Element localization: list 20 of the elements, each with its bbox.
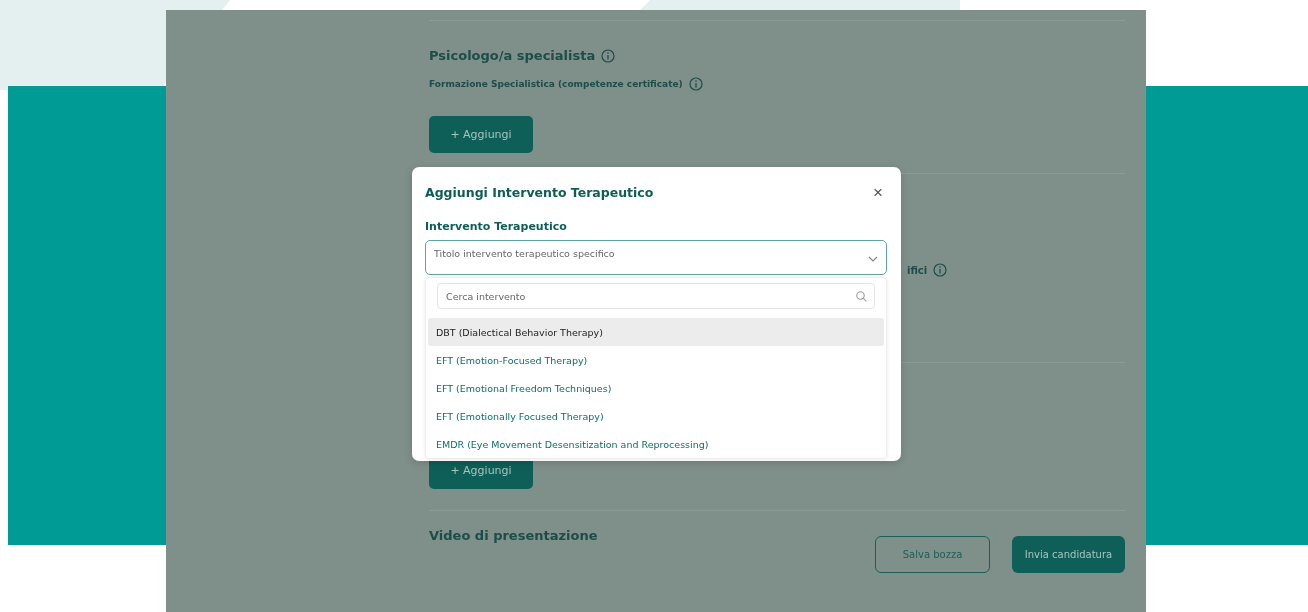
dropdown-option[interactable]: EFT (Emotion-Focused Therapy) (428, 346, 884, 374)
dropdown-option[interactable]: DBT (Dialectical Behavior Therapy) (428, 318, 884, 346)
subsection-label: Formazione Specialistica (competenze certificate) (429, 79, 683, 89)
info-icon[interactable] (933, 263, 948, 277)
add-button[interactable]: + Aggiungi (429, 116, 533, 153)
search-icon (856, 291, 867, 302)
info-icon[interactable] (601, 48, 616, 63)
modal-title: Aggiungi Intervento Terapeutico (425, 185, 654, 200)
info-icon[interactable] (688, 77, 703, 91)
close-button[interactable]: × (869, 184, 887, 201)
field-label: Intervento Terapeutico (425, 220, 568, 233)
search-field[interactable]: Cerca intervento (437, 283, 875, 309)
video-section-title: Video di presentazione (429, 528, 599, 543)
select-field[interactable]: Titolo intervento terapeutico specifico (425, 240, 887, 275)
chevron-down-icon (868, 256, 878, 262)
dropdown-option[interactable]: EFT (Emotional Freedom Techniques) (428, 374, 884, 402)
submit-button[interactable]: Invia candidatura (1012, 536, 1125, 573)
dropdown-option[interactable]: EFT (Emotionally Focused Therapy) (428, 402, 884, 430)
section-title: Psicologo/a specialista (429, 48, 596, 63)
section-label: ifici (907, 264, 928, 276)
